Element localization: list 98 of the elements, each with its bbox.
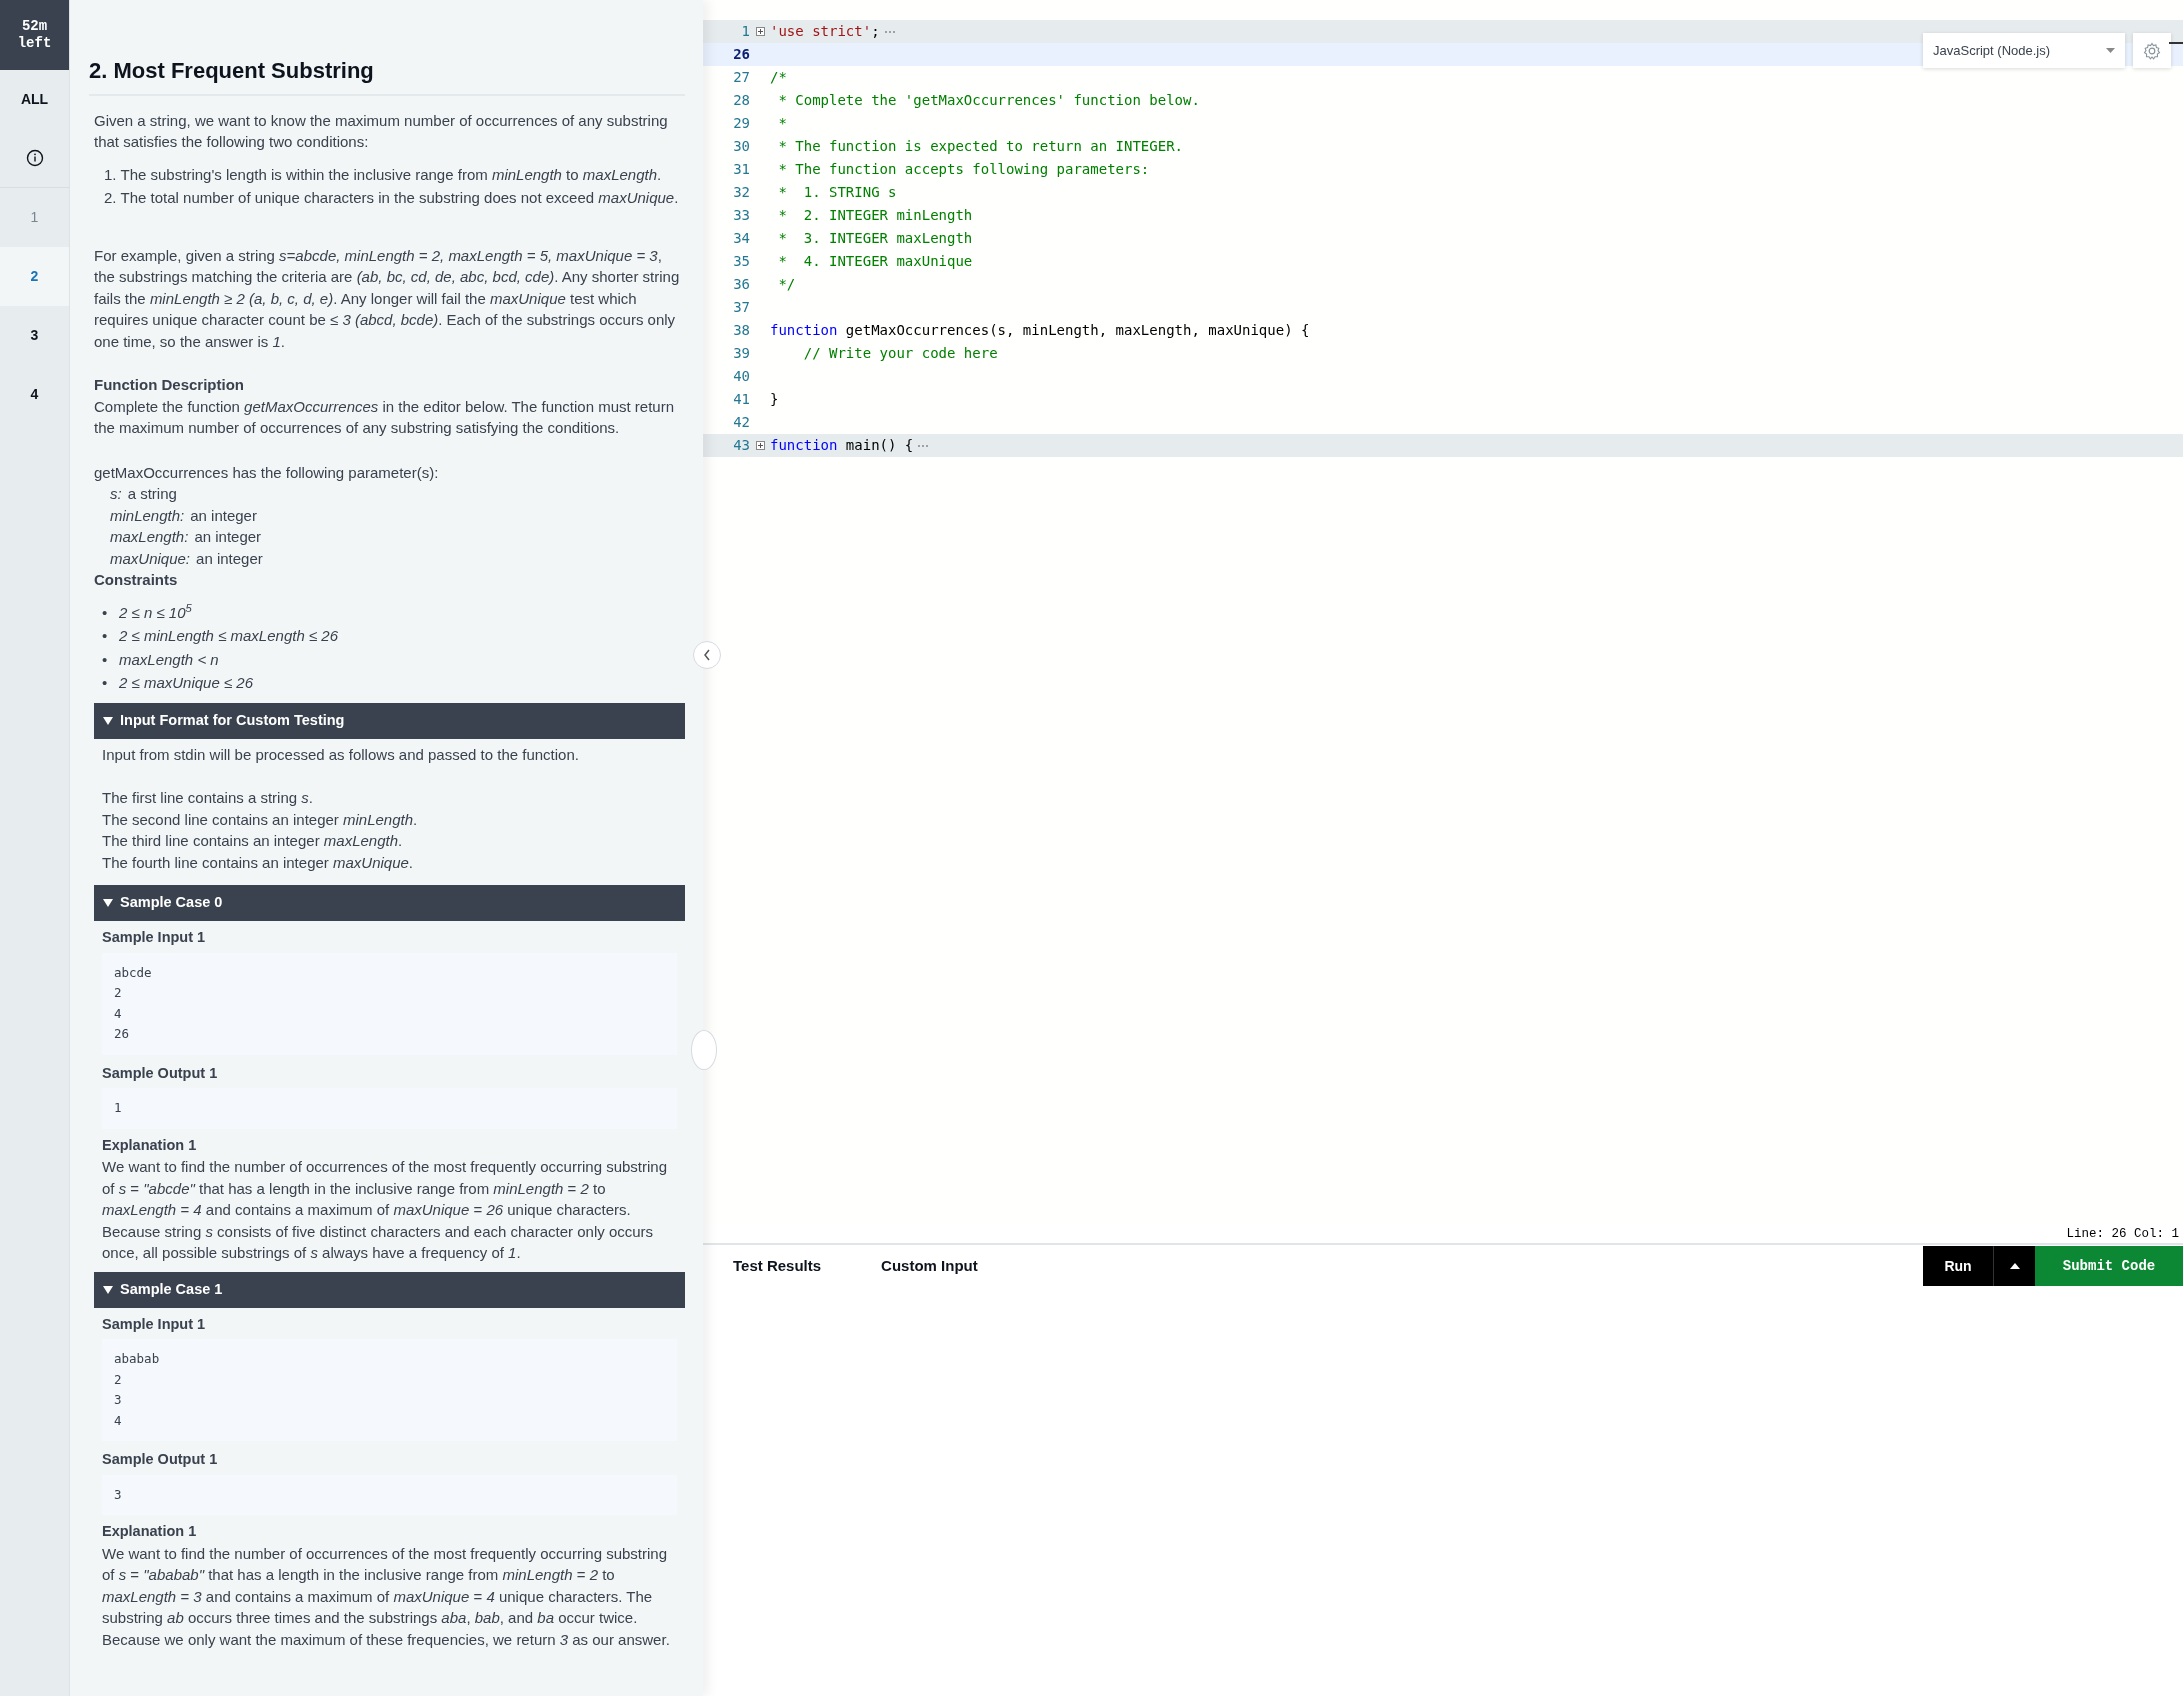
run-options-button[interactable]	[1993, 1246, 2035, 1286]
section-text: The second line contains an integer minLength.	[102, 809, 419, 830]
code-line: function getMaxOccurrences(s, minLength, maxLength, maxUnique) {	[770, 321, 1310, 340]
bullet-mark: •	[102, 649, 109, 670]
section-text: Input from stdin will be processed as follows and passed to the function.	[102, 744, 580, 765]
sample-output-block: 1	[102, 1088, 677, 1129]
line-number: 26	[732, 45, 750, 64]
parameter-text: minLength: an integer	[109, 505, 258, 526]
section-heading: Constraints	[94, 570, 179, 590]
condition-text: The substring's length is within the inclusive range from minLength to maxLength.	[120, 164, 662, 185]
question-nav-item[interactable]: ALL	[0, 70, 69, 129]
code-line: // Write your code here	[802, 344, 998, 363]
caret-icon	[2106, 48, 2115, 53]
line-number: 32	[732, 183, 750, 202]
language-dropdown[interactable]: JavaScript (Node.js)	[1923, 33, 2125, 68]
code-line: function main() {	[770, 436, 914, 455]
section-header[interactable]: Sample Case 0	[94, 885, 685, 921]
line-number: 42	[732, 413, 750, 432]
sample-label: Sample Output 1	[102, 1450, 219, 1469]
explanation-text: We want to find the number of occurrences of the most frequently occurring substring of s = "ababab" that has a length in the inclusive range from minLength = 2 to maxLength = 3 and contains a maximum of maxUnique = 4 unique characters. The substring ab occurs three times and the substrings aba, bab, and ba occur twice. Because we only want the maximum of these frequencies, we return 3 as our answer.	[102, 1543, 671, 1650]
code-line: * 1. STRING s	[777, 183, 897, 202]
code-line: * The function accepts following parameters:	[777, 160, 1150, 179]
section-text: The third line contains an integer maxLength.	[102, 831, 404, 851]
run-button[interactable]: Run	[1923, 1246, 1993, 1286]
question-nav-item[interactable]: 2	[0, 247, 69, 306]
line-number: 29	[732, 114, 750, 133]
code-line: 'use strict';	[770, 22, 880, 41]
sample-label: Explanation 1	[102, 1135, 198, 1155]
bullet-mark: •	[102, 626, 109, 646]
sample-input-block: ababab 2 3 4	[102, 1339, 677, 1441]
line-number: 35	[732, 252, 750, 271]
submit-button[interactable]: Submit Code	[2035, 1246, 2183, 1286]
line-number: 34	[732, 229, 750, 248]
line-number: 33	[732, 206, 750, 225]
parameter-text: maxUnique: an integer	[109, 548, 264, 569]
section-heading: Function Description	[94, 375, 245, 395]
list-number: 2.	[104, 187, 117, 208]
sample-label: Sample Output 1	[102, 1063, 219, 1083]
problem-text: Given a string, we want to know the maximum number of occurrences of any substring that satisfies the following two conditions:	[94, 110, 669, 152]
code-line: * Complete the 'getMaxOccurrences' function below.	[777, 91, 1200, 110]
question-nav-item[interactable]: 4	[0, 365, 69, 424]
constraint-text: maxLength < n	[119, 649, 219, 670]
collapse-triangle-icon	[102, 1283, 114, 1296]
settings-icon	[2143, 41, 2161, 60]
section-text: The fourth line contains an integer maxUnique.	[102, 852, 415, 873]
panel-tab[interactable]: Custom Input	[851, 1254, 1008, 1278]
line-number: 27	[732, 68, 750, 87]
sample-output-block: 3	[102, 1474, 677, 1515]
line-number: 30	[732, 137, 750, 156]
line-number: 36	[732, 275, 750, 294]
line-number: 39	[732, 344, 750, 363]
question-nav-item[interactable]: 3	[0, 306, 69, 365]
parameter-text: maxLength: an integer	[109, 527, 263, 547]
sample-label: Explanation 1	[102, 1522, 198, 1541]
code-line: /*	[770, 68, 787, 87]
line-number: 40	[732, 367, 750, 386]
problem-title: 2. Most Frequent Substring	[89, 60, 685, 96]
parameter-text: s: a string	[109, 484, 178, 504]
section-text: The first line contains a string s.	[102, 788, 314, 808]
section-header[interactable]: Input Format for Custom Testing	[94, 702, 685, 739]
caret-up-icon	[2009, 1263, 2020, 1269]
line-number: 28	[732, 91, 750, 110]
code-line: }	[770, 390, 779, 409]
condition-text: The total number of unique characters in the substring does not exceed maxUnique.	[120, 187, 679, 208]
chevron-left-icon	[703, 649, 711, 661]
timer-text: 52m left	[0, 0, 69, 70]
sample-label: Sample Input 1	[102, 928, 207, 947]
line-number: 38	[732, 321, 750, 340]
line-number: 31	[732, 160, 750, 179]
code-line: */	[777, 275, 796, 294]
problem-text: getMaxOccurrences has the following parameter(s):	[94, 462, 440, 483]
expand-fold-icon	[755, 27, 765, 36]
sample-label: Sample Input 1	[102, 1314, 207, 1334]
code-line: * The function is expected to return an INTEGER.	[777, 137, 1183, 156]
code-line: *	[777, 114, 787, 133]
problem-text: Complete the function getMaxOccurrences in the editor below. The function must return the maximum number of occurrences of any substring satisfying the conditions.	[94, 396, 676, 438]
code-line: * 4. INTEGER maxUnique	[777, 252, 973, 271]
panel-tab[interactable]: Test Results	[703, 1254, 852, 1278]
line-number: 43	[732, 436, 750, 455]
constraint-text: 2 ≤ n ≤ 10$^{5}$	[119, 600, 192, 623]
code-line: * 2. INTEGER minLength	[777, 206, 973, 225]
list-number: 1.	[104, 164, 117, 185]
line-number: 37	[732, 298, 750, 317]
collapse-triangle-icon	[102, 897, 114, 909]
code-line: * 3. INTEGER maxLength	[777, 229, 973, 248]
cursor-position-text: Line: 26 Col: 1	[2066, 1227, 2179, 1241]
collapse-triangle-icon	[102, 714, 114, 727]
sample-input-block: abcde 2 4 26	[102, 952, 677, 1055]
expand-fold-icon	[755, 441, 765, 450]
section-header[interactable]: Sample Case 1	[94, 1271, 685, 1308]
bullet-mark: •	[102, 602, 109, 623]
line-number: 41	[732, 390, 750, 409]
constraint-text: 2 ≤ minLength ≤ maxLength ≤ 26	[119, 626, 338, 646]
line-number: 1	[740, 22, 750, 41]
bullet-mark: •	[102, 673, 109, 693]
settings-button[interactable]	[2133, 33, 2171, 68]
problem-text: For example, given a string s=abcde, minLength = 2, maxLength = 5, maxUnique = 3, the substrings matching the criteria are (ab, bc, cd, de, abc, bcd, cde). Any shorter string fails the minLength ≥ 2 (a, b, c, d, e). Any longer will fail the maxUnique test which requires unique character count be ≤ 3 (abcd, bcde). Each of the substrings occurs only one time, so the answer is 1.	[94, 245, 681, 352]
constraint-text: 2 ≤ maxUnique ≤ 26	[119, 673, 254, 693]
